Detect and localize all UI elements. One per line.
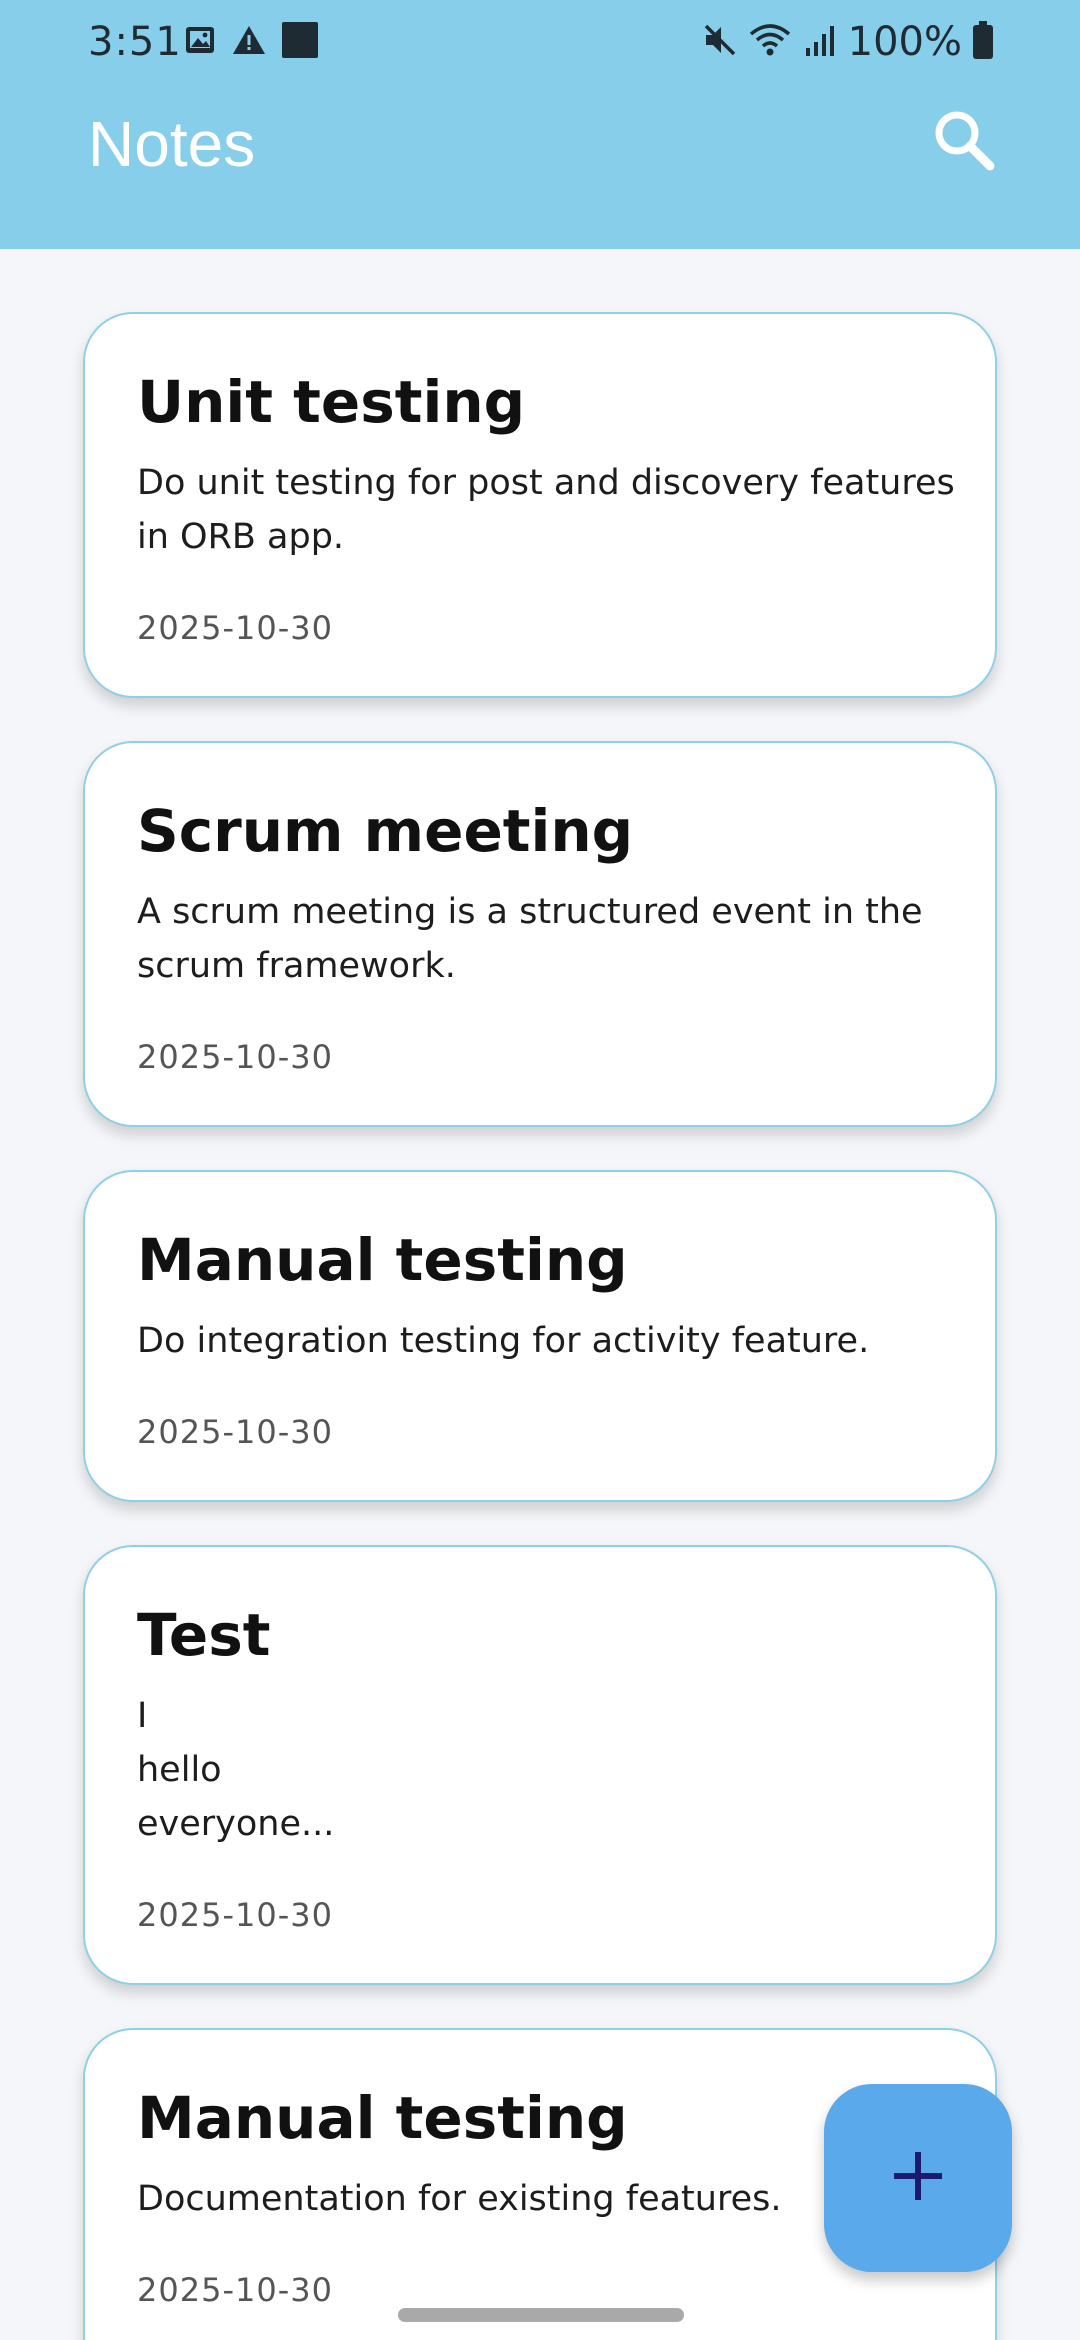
note-title: Test (137, 1601, 271, 1669)
home-indicator[interactable] (398, 2308, 684, 2322)
status-bar: 3:51 100% (0, 0, 1080, 84)
note-body: Do unit testing for post and discovery f… (137, 463, 955, 557)
square-icon (282, 22, 318, 62)
note-body: A scrum meeting is a structured event in… (137, 892, 923, 986)
mute-icon (702, 22, 738, 62)
notes-list[interactable]: Unit testing Do unit testing for post an… (0, 249, 1080, 2340)
note-card[interactable]: Scrum meeting A scrum meeting is a struc… (83, 741, 997, 1127)
app-bar: 3:51 100% Notes (0, 0, 1080, 249)
add-note-button[interactable] (824, 2084, 1012, 2272)
battery-percent: 100% (847, 19, 962, 65)
note-date: 2025-10-30 (137, 1896, 333, 1934)
note-date: 2025-10-30 (137, 1038, 333, 1076)
status-time: 3:51 (88, 19, 182, 65)
note-card[interactable]: Test I hello everyone... 2025-10-30 (83, 1545, 997, 1985)
image-icon (184, 24, 216, 60)
note-title: Manual testing (137, 2084, 628, 2152)
note-card[interactable]: Manual testing Do integration testing fo… (83, 1170, 997, 1502)
status-left-icons (184, 22, 318, 62)
plus-icon (890, 2148, 946, 2208)
battery-icon (972, 21, 994, 63)
search-button[interactable] (926, 104, 1002, 180)
note-body: I hello everyone... (137, 1696, 335, 1844)
status-right: 100% (702, 18, 994, 66)
note-date: 2025-10-30 (137, 2271, 333, 2309)
note-title: Scrum meeting (137, 797, 634, 865)
page-title: Notes (88, 108, 256, 180)
note-date: 2025-10-30 (137, 609, 333, 647)
note-card[interactable]: Unit testing Do unit testing for post an… (83, 312, 997, 698)
note-title: Manual testing (137, 1226, 628, 1294)
note-date: 2025-10-30 (137, 1413, 333, 1451)
signal-icon (802, 22, 838, 62)
note-title: Unit testing (137, 368, 526, 436)
wifi-icon (748, 22, 792, 62)
warning-icon (232, 24, 266, 60)
note-body: Do integration testing for activity feat… (137, 1321, 870, 1361)
search-icon (932, 108, 996, 176)
